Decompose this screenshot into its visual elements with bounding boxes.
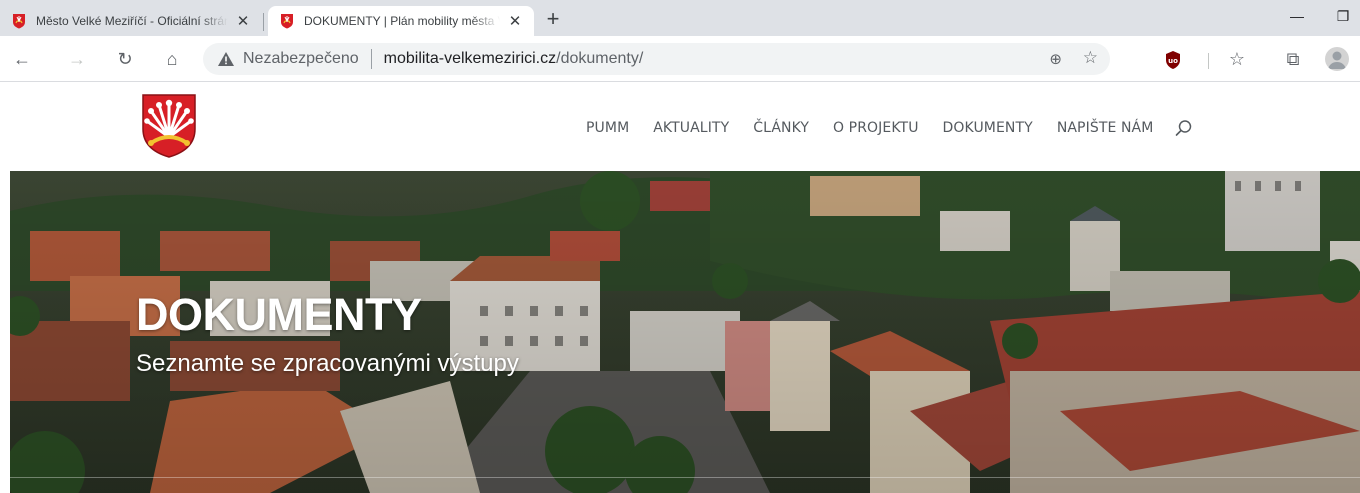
site-header: PUMM AKTUALITY ČLÁNKY O PROJEKTU DOKUMEN… bbox=[0, 83, 1360, 171]
nav-item-clanky[interactable]: ČLÁNKY bbox=[753, 120, 809, 136]
toolbar-divider bbox=[1208, 53, 1209, 69]
page-subtitle: Seznamte se zpracovanými výstupy bbox=[136, 350, 519, 377]
avatar[interactable] bbox=[1325, 47, 1349, 71]
close-tab-icon[interactable]: ✕ bbox=[506, 12, 524, 30]
not-secure-label[interactable]: Nezabezpečeno bbox=[243, 50, 359, 68]
add-favorite-icon[interactable]: ☆ bbox=[1083, 48, 1098, 68]
address-bar[interactable]: Nezabezpečeno mobilita-velkemezirici.cz /… bbox=[203, 43, 1110, 75]
new-tab-button[interactable]: + bbox=[540, 6, 566, 32]
restore-button[interactable]: ❐ bbox=[1320, 0, 1360, 32]
tab-title: DOKUMENTY | Plán mobility města Velké Me… bbox=[304, 14, 500, 28]
nav-item-pumm[interactable]: PUMM bbox=[586, 120, 629, 136]
zoom-icon[interactable]: ⊕ bbox=[1049, 50, 1062, 68]
omnibox-divider bbox=[370, 49, 372, 69]
close-tab-icon[interactable]: ✕ bbox=[234, 12, 252, 30]
tab-strip: Město Velké Meziříčí - Oficiální stránky… bbox=[0, 0, 1360, 36]
reload-icon[interactable]: ↻ bbox=[111, 45, 139, 73]
tab-separator bbox=[263, 13, 264, 31]
tab-title: Město Velké Meziříčí - Oficiální stránky bbox=[36, 14, 228, 28]
city-crest-icon bbox=[280, 13, 294, 29]
url-host: mobilita-velkemezirici.cz bbox=[383, 50, 557, 67]
ublock-origin-icon[interactable]: uo bbox=[1164, 50, 1182, 70]
main-navigation: PUMM AKTUALITY ČLÁNKY O PROJEKTU DOKUMEN… bbox=[586, 119, 1193, 137]
url-path: /dokumenty/ bbox=[556, 50, 644, 67]
city-crest-logo[interactable] bbox=[141, 93, 197, 159]
hero-divider bbox=[10, 477, 1360, 478]
hero-banner: DOKUMENTY Seznamte se zpracovanými výstu… bbox=[10, 171, 1360, 493]
nav-item-napiste-nam[interactable]: NAPIŠTE NÁM bbox=[1057, 120, 1154, 136]
tab-dokumenty[interactable]: DOKUMENTY | Plán mobility města Velké Me… bbox=[268, 6, 534, 36]
nav-item-o-projektu[interactable]: O PROJEKTU bbox=[833, 120, 919, 136]
warning-icon[interactable] bbox=[217, 51, 235, 67]
favorites-icon[interactable]: ☆ bbox=[1223, 45, 1251, 73]
nav-item-dokumenty[interactable]: DOKUMENTY bbox=[943, 120, 1033, 136]
nav-item-aktuality[interactable]: AKTUALITY bbox=[653, 120, 729, 136]
collections-icon[interactable]: ⧉ bbox=[1279, 45, 1307, 73]
forward-icon[interactable]: → bbox=[63, 45, 91, 73]
city-crest-icon bbox=[12, 13, 26, 29]
back-icon[interactable]: ← bbox=[8, 45, 36, 73]
tab-mesto-velke-mezirici[interactable]: Město Velké Meziříčí - Oficiální stránky… bbox=[0, 6, 262, 36]
minimize-button[interactable]: — bbox=[1274, 0, 1320, 32]
page-title: DOKUMENTY bbox=[136, 289, 422, 340]
search-icon[interactable] bbox=[1175, 119, 1193, 137]
browser-toolbar: ← → ↻ ⌂ Nezabezpečeno mobilita-velkemezi… bbox=[0, 36, 1360, 82]
svg-text:uo: uo bbox=[1168, 57, 1178, 65]
home-icon[interactable]: ⌂ bbox=[158, 45, 186, 73]
